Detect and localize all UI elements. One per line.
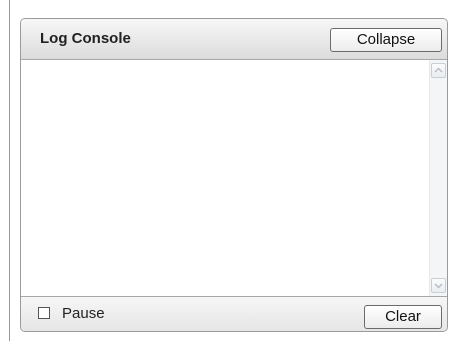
log-output-area[interactable] [21,60,429,296]
log-console-panel: Log Console Collapse Pause Clear [20,18,448,332]
collapse-button[interactable]: Collapse [330,28,442,52]
chevron-up-icon [434,67,443,73]
log-scrollbar[interactable] [429,60,447,296]
pause-checkbox[interactable] [38,307,50,319]
log-console-header: Log Console Collapse [21,19,447,60]
chevron-down-icon [434,283,443,289]
log-console-footer: Pause Clear [21,296,447,331]
log-console-title: Log Console [40,30,131,47]
scroll-down-button[interactable] [431,278,446,293]
pause-label[interactable]: Pause [62,305,105,322]
clear-button[interactable]: Clear [364,305,442,329]
page-border [9,0,10,341]
scroll-up-button[interactable] [431,63,446,78]
